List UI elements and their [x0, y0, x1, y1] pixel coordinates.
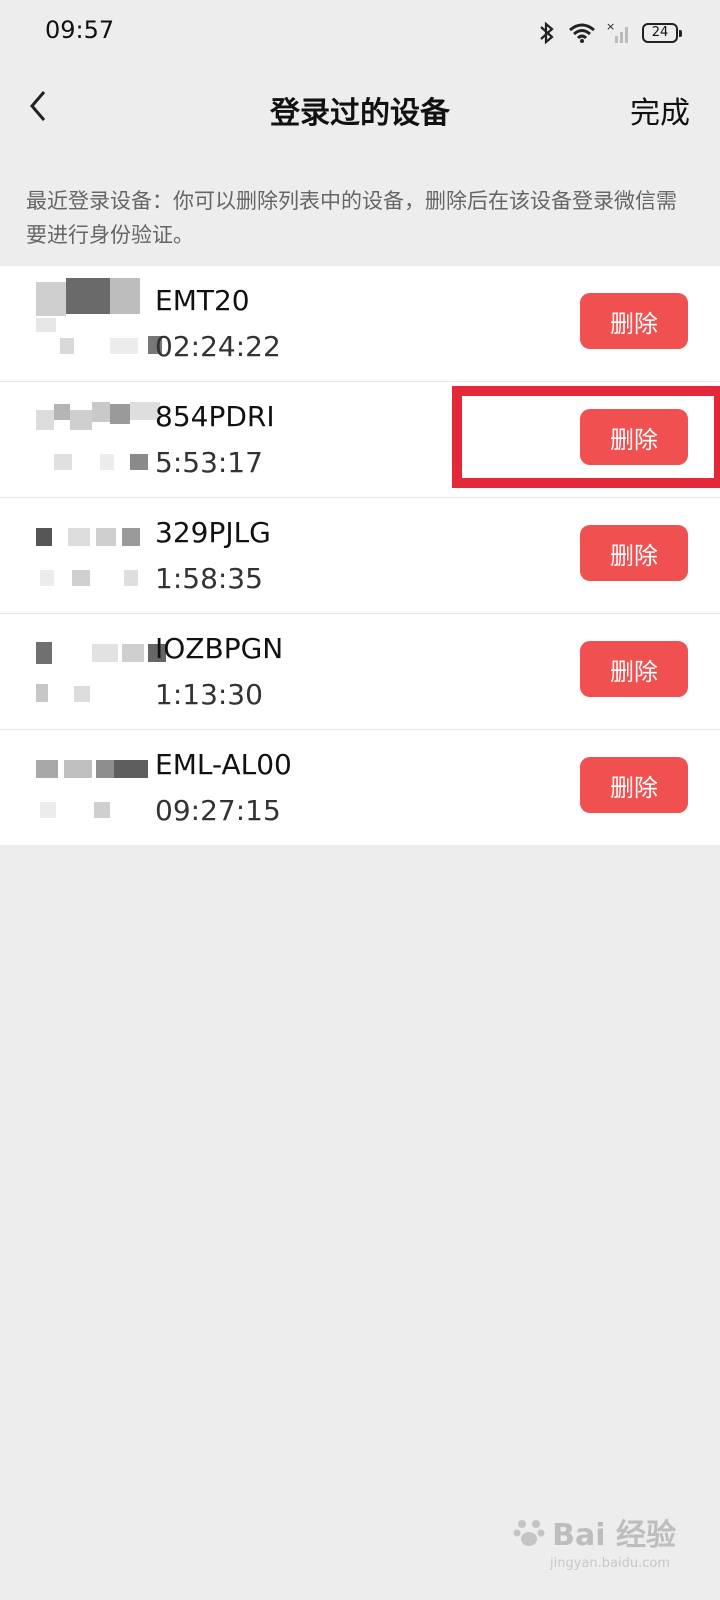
device-name: 854PDRI [155, 400, 275, 433]
bluetooth-icon [536, 21, 558, 45]
paw-icon [513, 1520, 545, 1546]
watermark-url: jingyan.baidu.com [550, 1556, 670, 1571]
cellular-signal-icon: × [606, 21, 632, 45]
watermark-text: Bai 经验 [552, 1518, 676, 1553]
device-list: EMT20 02:24:22 删除 854PDRI 5:53:17 删除 329… [0, 266, 720, 845]
delete-button[interactable]: 删除 [580, 757, 688, 813]
device-name: EMT20 [155, 284, 250, 317]
page-title: 登录过的设备 [270, 96, 450, 131]
device-login-time: 02:24:22 [155, 330, 281, 363]
battery-icon: 24 [642, 23, 682, 43]
watermark: Bai 经验 [512, 1510, 676, 1554]
device-name: IOZBPGN [155, 632, 284, 665]
svg-text:×: × [606, 21, 615, 33]
device-row: EMT20 02:24:22 删除 [0, 266, 720, 382]
status-icons: × 24 [536, 18, 682, 48]
device-login-time: 1:13:30 [155, 678, 263, 711]
delete-button[interactable]: 删除 [580, 409, 688, 465]
nav-bar: 登录过的设备 完成 [0, 66, 720, 150]
redacted-area [0, 730, 175, 845]
done-button[interactable]: 完成 [630, 88, 690, 132]
hint-text: 最近登录设备：你可以删除列表中的设备，删除后在该设备登录微信需要进行身份验证。 [26, 189, 677, 247]
redacted-area [0, 614, 175, 729]
delete-button[interactable]: 删除 [580, 293, 688, 349]
redacted-area [0, 498, 175, 613]
device-login-time: 5:53:17 [155, 446, 263, 479]
device-row: 854PDRI 5:53:17 删除 [0, 382, 720, 498]
device-row: 329PJLG 1:58:35 删除 [0, 498, 720, 614]
status-bar: 09:57 × 24 [0, 0, 720, 66]
device-login-time: 1:58:35 [155, 562, 263, 595]
status-time: 09:57 [45, 16, 115, 44]
delete-button[interactable]: 删除 [580, 525, 688, 581]
redacted-area [0, 382, 175, 497]
device-login-time: 09:27:15 [155, 794, 281, 827]
redacted-area [0, 266, 175, 381]
device-row: IOZBPGN 1:13:30 删除 [0, 614, 720, 730]
device-name: 329PJLG [155, 516, 271, 549]
wifi-icon [568, 22, 596, 44]
delete-button[interactable]: 删除 [580, 641, 688, 697]
device-name: EML-AL00 [155, 748, 292, 781]
device-row: EML-AL00 09:27:15 删除 [0, 730, 720, 845]
